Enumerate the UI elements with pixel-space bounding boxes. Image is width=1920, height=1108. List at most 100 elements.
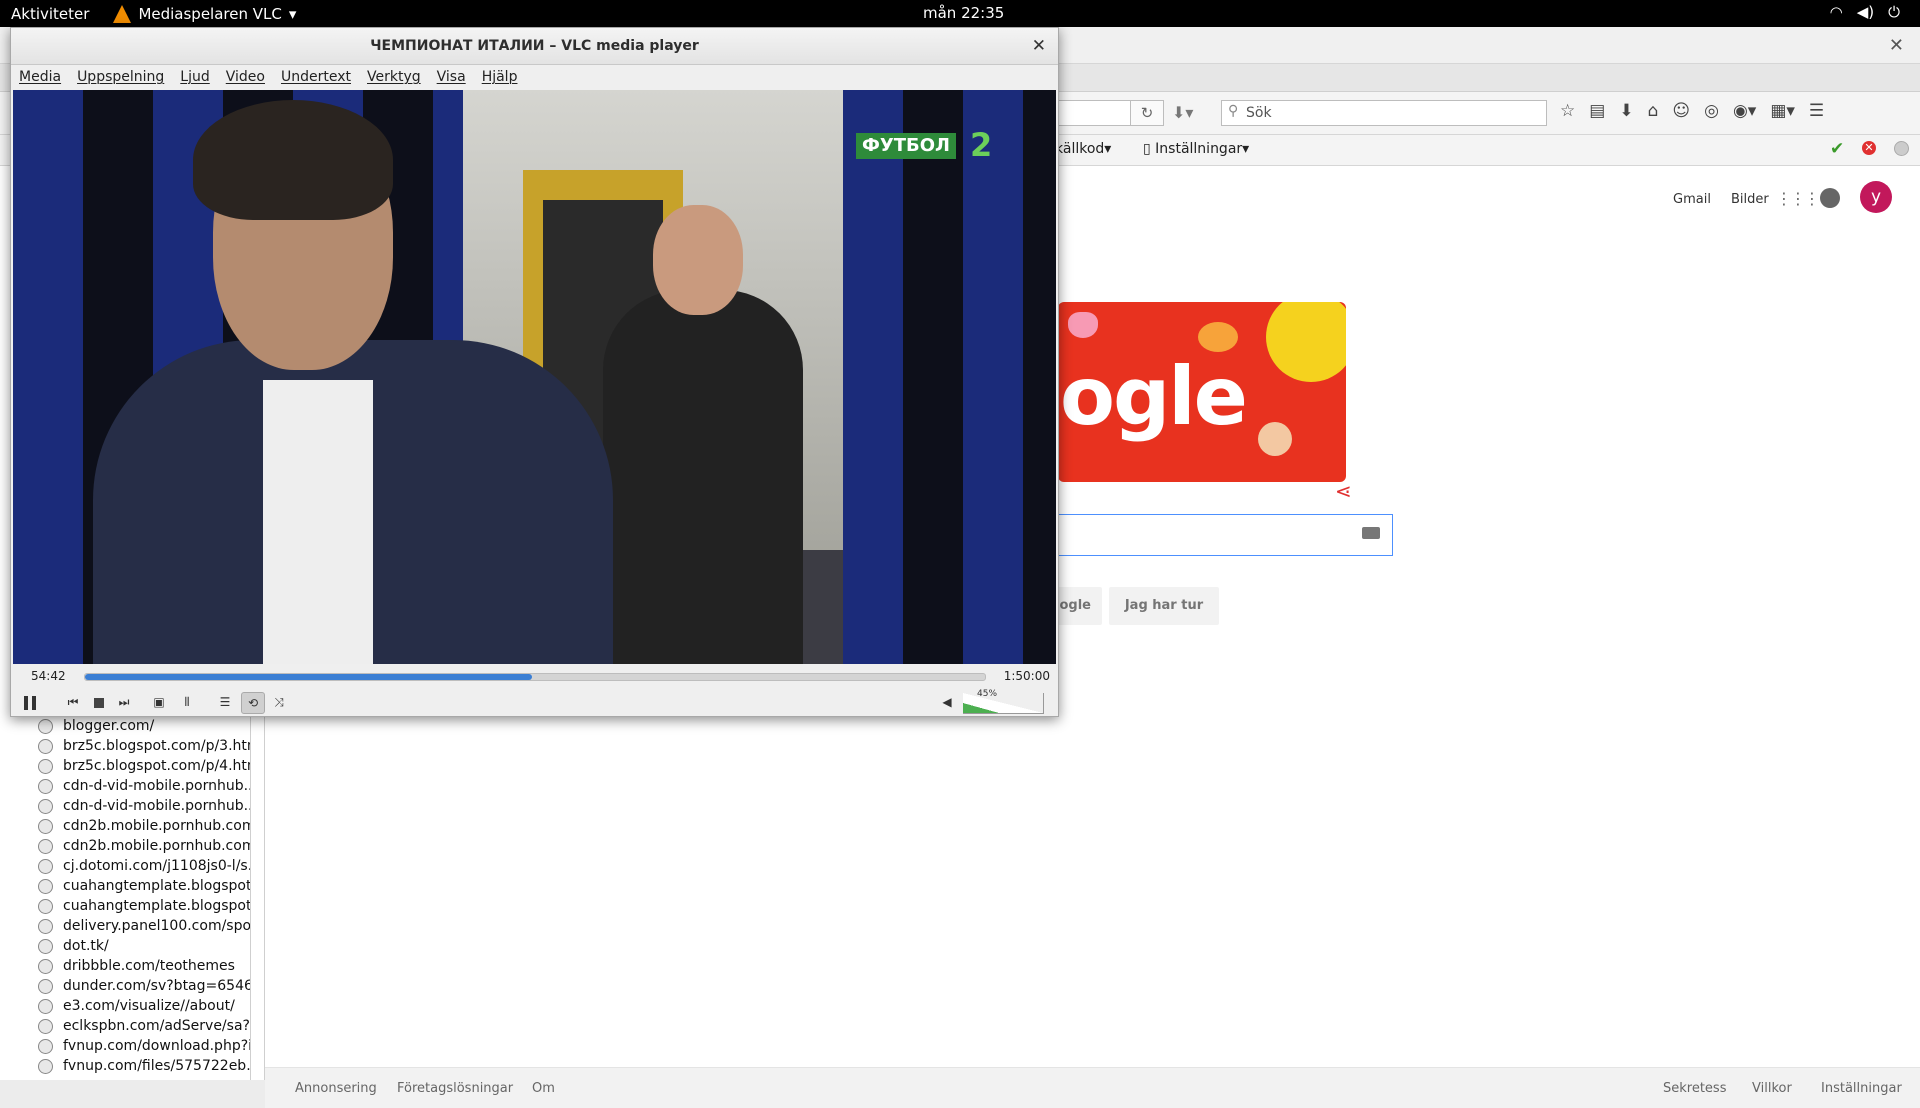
notifications-icon[interactable] — [1820, 188, 1840, 208]
google-doodle[interactable]: ogle — [1058, 302, 1346, 482]
menu-playback[interactable]: Uppspelning — [77, 65, 164, 89]
previous-icon[interactable]: ⏮ — [63, 692, 83, 712]
video-person-hair — [193, 100, 393, 220]
pause-icon[interactable] — [21, 692, 39, 712]
sidebar-divider[interactable] — [264, 700, 265, 1080]
channel-number: 2 — [970, 126, 993, 164]
extended-settings-icon[interactable]: ⦀ — [178, 692, 196, 712]
playlist-icon[interactable]: ☰ — [217, 692, 233, 712]
clock[interactable]: mån 22:35 — [923, 4, 1004, 22]
history-item[interactable]: dribbble.com/teothemes — [38, 956, 235, 976]
video-area[interactable]: ФУТБОЛ 2 — [13, 90, 1056, 664]
menu-media[interactable]: Media — [19, 65, 61, 89]
history-item[interactable]: cdn2b.mobile.pornhub.com... — [38, 836, 250, 856]
footer-link-settings[interactable]: Inställningar — [1821, 1081, 1902, 1096]
shuffle-icon[interactable]: ⤨ — [269, 692, 289, 712]
speaker-icon[interactable]: ◀ — [939, 692, 955, 712]
globe-icon — [38, 958, 53, 974]
lucky-button[interactable]: Jag har tur — [1109, 587, 1219, 625]
sync-icon[interactable]: ◎ — [1704, 101, 1719, 121]
menu-subtitle[interactable]: Undertext — [281, 65, 351, 89]
history-item[interactable]: blogger.com/ — [38, 716, 154, 736]
menu-video[interactable]: Video — [226, 65, 265, 89]
history-item-label: dribbble.com/teothemes — [63, 958, 235, 974]
bookmark-source-label: källkod — [1055, 141, 1105, 157]
bookmark-source[interactable]: källkod▾ — [1055, 141, 1111, 157]
avatar[interactable]: y — [1860, 181, 1892, 213]
menu-tools[interactable]: Verktyg — [367, 65, 421, 89]
keyboard-icon[interactable] — [1362, 527, 1380, 539]
globe-icon — [38, 818, 53, 834]
history-item[interactable]: cdn-d-vid-mobile.pornhub.... — [38, 776, 250, 796]
history-item[interactable]: brz5c.blogspot.com/p/4.html — [38, 756, 251, 776]
footer-link-terms[interactable]: Villkor — [1752, 1081, 1792, 1096]
loop-icon[interactable]: ⟲ — [241, 692, 265, 714]
hamburger-menu-icon[interactable]: ☰ — [1809, 101, 1824, 121]
history-item[interactable]: cuahangtemplate.blogspot.... — [38, 896, 250, 916]
fullscreen-icon[interactable]: ▣ — [151, 692, 167, 712]
check-icon[interactable]: ✔ — [1830, 139, 1844, 159]
system-tray[interactable]: ◠ ◀) ⏻ — [1830, 3, 1900, 21]
history-item[interactable]: fvnup.com/download.php?i... — [38, 1036, 251, 1056]
bookmark-star-icon[interactable]: ☆ — [1560, 101, 1575, 121]
close-icon[interactable]: ✕ — [1032, 28, 1046, 64]
addon-icon[interactable]: ▦▾ — [1770, 101, 1795, 121]
history-item[interactable]: cuahangtemplate.blogspot.... — [38, 876, 250, 896]
elapsed-time[interactable]: 54:42 — [31, 669, 66, 683]
search-input[interactable]: ⚲ Sök — [1221, 100, 1547, 126]
footer-link-business[interactable]: Företagslösningar — [397, 1081, 513, 1096]
images-link[interactable]: Bilder — [1731, 192, 1769, 207]
footer-link-privacy[interactable]: Sekretess — [1663, 1081, 1726, 1096]
status-dot-icon[interactable] — [1894, 141, 1909, 156]
chat-icon[interactable]: ☺ — [1672, 101, 1690, 121]
history-sidebar: blogger.com/brz5c.blogspot.com/p/3.html b… — [0, 700, 251, 1080]
menu-help[interactable]: Hjälp — [482, 65, 518, 89]
volume-icon: ◀) — [1856, 3, 1875, 21]
activities-button[interactable]: Aktiviteter — [11, 5, 89, 23]
google-search-input[interactable] — [1040, 514, 1393, 556]
apps-grid-icon[interactable]: ⋮⋮⋮ — [1776, 189, 1820, 208]
reload-icon[interactable]: ↻ — [1130, 100, 1164, 126]
bookmark-settings[interactable]: ▯ Inställningar▾ — [1143, 141, 1249, 157]
history-item-label: fvnup.com/download.php?i... — [63, 1038, 251, 1054]
history-item[interactable]: brz5c.blogspot.com/p/3.html — [38, 736, 251, 756]
history-item[interactable]: e3.com/visualize//about/ — [38, 996, 235, 1016]
history-item-label: brz5c.blogspot.com/p/4.html — [63, 758, 251, 774]
error-icon[interactable]: ✕ — [1862, 141, 1876, 155]
globe-icon — [38, 1038, 53, 1054]
reading-list-icon[interactable]: ▤ — [1589, 101, 1605, 121]
history-item[interactable]: cj.dotomi.com/j1108js0-l/s... — [38, 856, 251, 876]
total-time[interactable]: 1:50:00 — [1004, 669, 1050, 683]
stop-icon[interactable] — [91, 692, 107, 712]
extension-icon[interactable]: ◉▾ — [1733, 101, 1756, 121]
app-menu[interactable]: Mediaspelaren VLC ▾ — [113, 4, 296, 23]
volume-slider[interactable]: 45% — [963, 689, 1044, 714]
vlc-window: ЧЕМПИОНАТ ИТАЛИИ – VLC media player ✕ Me… — [10, 27, 1059, 717]
history-item[interactable]: delivery.panel100.com/spo... — [38, 916, 250, 936]
globe-icon — [38, 898, 53, 914]
history-item[interactable]: eclkspbn.com/adServe/sa?... — [38, 1016, 250, 1036]
menu-view[interactable]: Visa — [437, 65, 466, 89]
history-item-label: cdn-d-vid-mobile.pornhub.... — [63, 798, 251, 814]
globe-icon — [38, 798, 53, 814]
history-item[interactable]: cdn2b.mobile.pornhub.com... — [38, 816, 250, 836]
history-item[interactable]: dot.tk/ — [38, 936, 109, 956]
footer-link-about[interactable]: Om — [532, 1081, 555, 1096]
history-item[interactable]: fvnup.com/files/575722eb... — [38, 1056, 250, 1076]
gmail-link[interactable]: Gmail — [1673, 192, 1711, 207]
volume-label: 45% — [977, 689, 998, 699]
download-arrow-icon[interactable]: ⬇▾ — [1172, 103, 1193, 122]
footer-link-ads[interactable]: Annonsering — [295, 1081, 377, 1096]
menu-audio[interactable]: Ljud — [180, 65, 209, 89]
downloads-icon[interactable]: ⬇ — [1619, 101, 1633, 121]
history-item[interactable]: cdn-d-vid-mobile.pornhub.... — [38, 796, 251, 816]
home-icon[interactable]: ⌂ — [1648, 101, 1659, 121]
history-item-label: cj.dotomi.com/j1108js0-l/s... — [63, 858, 251, 874]
history-item-label: brz5c.blogspot.com/p/3.html — [63, 738, 251, 754]
seek-slider[interactable] — [84, 673, 986, 681]
share-icon[interactable]: ⋖ — [1335, 479, 1352, 503]
close-icon[interactable]: ✕ — [1889, 35, 1904, 56]
history-item[interactable]: dunder.com/sv?btag=6546... — [38, 976, 250, 996]
next-icon[interactable]: ⏭ — [114, 692, 134, 712]
globe-icon — [38, 1058, 53, 1074]
